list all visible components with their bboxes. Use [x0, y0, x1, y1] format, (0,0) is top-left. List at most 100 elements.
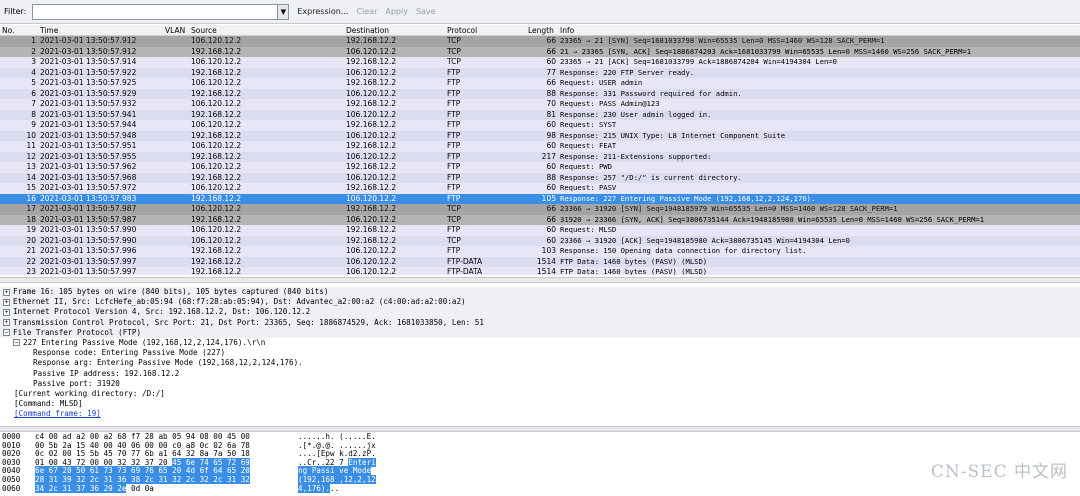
packet-row[interactable]: 22 2021-03-01 13:50:57.997 192.168.12.2 106… — [0, 256, 1080, 267]
packet-destination: 106.120.12.2 — [346, 88, 397, 98]
packet-row[interactable]: 20 2021-03-01 13:50:57.990 106.120.12.2 192… — [0, 235, 1080, 246]
packet-time: 2021-03-01 13:50:57.996 — [40, 246, 137, 255]
save-button[interactable]: Save — [416, 7, 436, 16]
packet-info: 31920 → 23366 [SYN, ACK] Seq=3806735144 … — [560, 214, 985, 224]
byte-row: 0060 34 2c 31 37 36 29 2e 0d 0a 4,176)... — [0, 483, 1080, 494]
byte-ascii[interactable]: 4,176)... — [298, 483, 339, 494]
packet-row[interactable]: 2 2021-03-01 13:50:57.912 192.168.12.2 106.… — [0, 46, 1080, 57]
expression-button[interactable]: Expression... — [297, 7, 348, 16]
packet-source: 106.120.12.2 — [191, 57, 242, 66]
detail-row[interactable]: Passive IP address: 192.168.12.2 — [0, 369, 1080, 379]
packet-destination: 192.168.12.2 — [346, 162, 397, 171]
packet-source: 192.168.12.2 — [191, 193, 242, 203]
packet-length: 66 — [546, 204, 556, 213]
packet-row[interactable]: 18 2021-03-01 13:50:57.987 192.168.12.2 106… — [0, 214, 1080, 225]
packet-row[interactable]: 13 2021-03-01 13:50:57.962 106.120.12.2 192… — [0, 162, 1080, 173]
col-vlan[interactable]: VLAN — [165, 26, 185, 35]
packet-time: 2021-03-01 13:50:57.997 — [40, 256, 137, 266]
packet-row[interactable]: 23 2021-03-01 13:50:57.997 192.168.12.2 106… — [0, 267, 1080, 275]
packet-length: 88 — [546, 172, 556, 182]
detail-text: [Current working directory: /D:/] — [14, 388, 165, 398]
packet-length: 103 — [541, 246, 556, 255]
packet-row[interactable]: 6 2021-03-01 13:50:57.929 192.168.12.2 106.… — [0, 88, 1080, 99]
packet-row[interactable]: 9 2021-03-01 13:50:57.944 106.120.12.2 192.… — [0, 120, 1080, 131]
clear-button[interactable]: Clear — [356, 7, 377, 16]
detail-row[interactable]: [Current working directory: /D:/] — [0, 389, 1080, 399]
packet-row[interactable]: 12 2021-03-01 13:50:57.955 192.168.12.2 106… — [0, 151, 1080, 162]
packet-destination: 192.168.12.2 — [346, 235, 397, 245]
byte-hex[interactable]: 34 2c 31 37 36 29 2e 0d 0a — [35, 483, 154, 494]
packet-no: 4 — [31, 67, 36, 77]
packet-length: 60 — [546, 235, 556, 245]
col-info[interactable]: Info — [560, 26, 574, 35]
packet-protocol: FTP — [447, 246, 461, 255]
packet-rows: 1 2021-03-01 13:50:57.912 106.120.12.2 192.… — [0, 36, 1080, 275]
packet-row[interactable]: 1 2021-03-01 13:50:57.912 106.120.12.2 192.… — [0, 36, 1080, 47]
packet-bytes: 0000 c4 00 ad a2 00 a2 68 f7 28 ab 05 94 … — [0, 432, 1080, 496]
packet-protocol: FTP — [447, 225, 461, 234]
pane-splitter[interactable] — [0, 277, 1080, 283]
filter-input[interactable] — [32, 3, 279, 20]
packet-row[interactable]: 16 2021-03-01 13:50:57.983 192.168.12.2 106… — [0, 193, 1080, 204]
packet-row[interactable]: 17 2021-03-01 13:50:57.987 106.120.12.2 192… — [0, 204, 1080, 215]
packet-destination: 106.120.12.2 — [346, 151, 397, 161]
expand-icon[interactable]: + — [3, 319, 10, 327]
detail-row[interactable]: [Command: MLSD] — [0, 399, 1080, 409]
expand-icon[interactable]: + — [3, 308, 10, 316]
detail-text: Passive port: 31920 — [33, 378, 120, 388]
packet-source: 192.168.12.2 — [191, 67, 242, 77]
packet-no: 12 — [26, 151, 36, 161]
expand-icon[interactable]: + — [3, 288, 10, 296]
col-no[interactable]: No. — [2, 26, 14, 35]
detail-row[interactable]: + Transmission Control Protocol, Src Port… — [0, 317, 1080, 328]
packet-time: 2021-03-01 13:50:57.997 — [40, 267, 137, 275]
detail-row[interactable]: [Command frame: 19] — [0, 409, 1080, 419]
detail-row[interactable]: Response code: Entering Passive Mode (22… — [0, 348, 1080, 358]
collapse-icon[interactable]: − — [3, 329, 10, 337]
packet-source: 106.120.12.2 — [191, 204, 242, 213]
packet-row[interactable]: 11 2021-03-01 13:50:57.951 106.120.12.2 192… — [0, 141, 1080, 152]
col-destination[interactable]: Destination — [346, 26, 389, 35]
packet-info: Request: PWD — [560, 162, 612, 171]
detail-text: Ethernet II, Src: LcfcHefe_ab:05:94 (68:… — [13, 297, 466, 307]
filter-toolbar: Filter: ▼ Expression... Clear Apply Save — [0, 0, 1080, 24]
collapse-icon[interactable]: − — [13, 339, 20, 347]
packet-row[interactable]: 4 2021-03-01 13:50:57.922 192.168.12.2 106.… — [0, 67, 1080, 78]
packet-row[interactable]: 14 2021-03-01 13:50:57.968 192.168.12.2 106… — [0, 172, 1080, 183]
packet-destination: 106.120.12.2 — [346, 46, 397, 56]
detail-text: Transmission Control Protocol, Src Port:… — [13, 317, 484, 327]
detail-row[interactable]: − File Transfer Protocol (FTP) — [0, 327, 1080, 338]
packet-destination: 192.168.12.2 — [346, 57, 397, 66]
command-frame-link[interactable]: [Command frame: 19] — [14, 409, 101, 418]
packet-info: Response: 230 User admin logged in. — [560, 109, 712, 119]
col-protocol[interactable]: Protocol — [447, 26, 477, 35]
packet-row[interactable]: 8 2021-03-01 13:50:57.941 192.168.12.2 106.… — [0, 109, 1080, 120]
packet-length: 66 — [546, 46, 556, 56]
detail-row[interactable]: + Internet Protocol Version 4, Src: 192.1… — [0, 307, 1080, 318]
packet-destination: 106.120.12.2 — [346, 172, 397, 182]
packet-time: 2021-03-01 13:50:57.955 — [40, 151, 137, 161]
packet-row[interactable]: 5 2021-03-01 13:50:57.925 106.120.12.2 192.… — [0, 78, 1080, 89]
packet-row[interactable]: 21 2021-03-01 13:50:57.996 192.168.12.2 106… — [0, 246, 1080, 257]
col-time[interactable]: Time — [40, 26, 58, 35]
packet-source: 106.120.12.2 — [191, 162, 242, 171]
packet-row[interactable]: 10 2021-03-01 13:50:57.948 192.168.12.2 106… — [0, 130, 1080, 141]
detail-row[interactable]: + Frame 16: 105 bytes on wire (840 bits),… — [0, 287, 1080, 298]
col-length[interactable]: Length — [528, 26, 554, 35]
packet-length: 66 — [546, 78, 556, 87]
detail-row[interactable]: Passive port: 31920 — [0, 379, 1080, 389]
detail-row[interactable]: + Ethernet II, Src: LcfcHefe_ab:05:94 (68… — [0, 297, 1080, 308]
packet-row[interactable]: 15 2021-03-01 13:50:57.972 106.120.12.2 192… — [0, 183, 1080, 194]
expand-icon[interactable]: + — [3, 298, 10, 306]
col-source[interactable]: Source — [191, 26, 217, 35]
packet-destination: 106.120.12.2 — [346, 130, 397, 140]
detail-row[interactable]: Response arg: Entering Passive Mode (192… — [0, 358, 1080, 368]
packet-row[interactable]: 3 2021-03-01 13:50:57.914 106.120.12.2 192.… — [0, 57, 1080, 68]
packet-row[interactable]: 7 2021-03-01 13:50:57.932 106.120.12.2 192.… — [0, 99, 1080, 110]
packet-length: 98 — [546, 130, 556, 140]
packet-row[interactable]: 19 2021-03-01 13:50:57.990 106.120.12.2 192… — [0, 225, 1080, 236]
detail-row[interactable]: −227 Entering Passive Mode (192,168,12,2… — [0, 338, 1080, 348]
filter-dropdown-icon[interactable]: ▼ — [278, 3, 290, 20]
apply-button[interactable]: Apply — [385, 7, 408, 16]
packet-details: + Frame 16: 105 bytes on wire (840 bits),… — [0, 287, 1080, 425]
